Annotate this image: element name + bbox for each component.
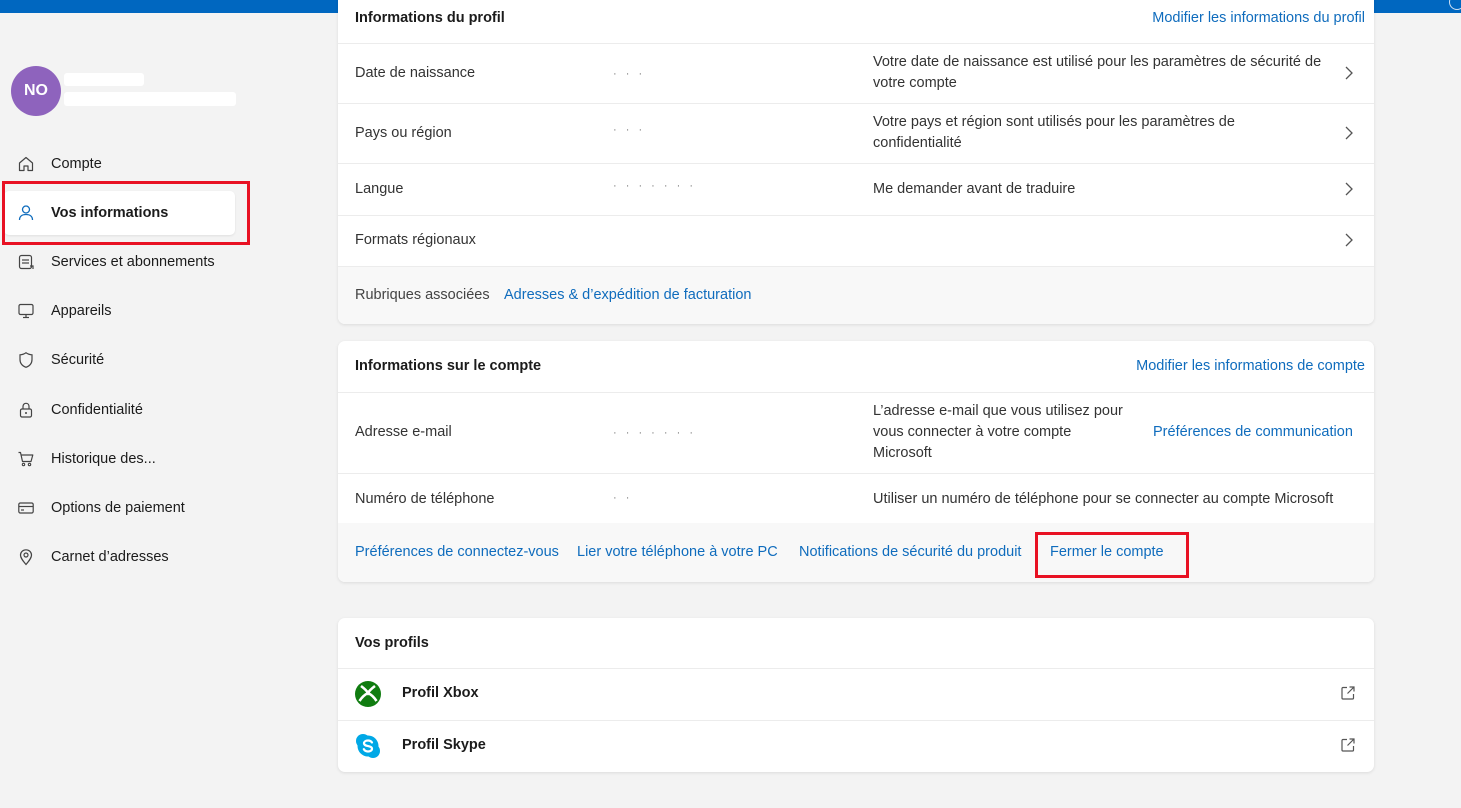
security-notifications-link[interactable]: Notifications de sécurité du produit bbox=[799, 544, 1021, 560]
row-description: L’adresse e-mail que vous utilisez pour … bbox=[873, 403, 1123, 461]
card-title: Vos profils bbox=[355, 635, 429, 651]
external-link-icon[interactable] bbox=[1340, 737, 1356, 753]
sidebar-item-services[interactable]: Services et abonnements bbox=[4, 240, 235, 284]
skype-icon bbox=[356, 734, 380, 758]
card-title: Informations sur le compte bbox=[355, 358, 542, 374]
person-icon bbox=[17, 204, 35, 222]
card-header: Informations du profil Modifier les info… bbox=[338, 0, 1374, 44]
link-phone-link[interactable]: Lier votre téléphone à votre PC bbox=[577, 544, 778, 560]
row-label: Date de naissance bbox=[355, 65, 476, 81]
sidebar-item-label: Historique des... bbox=[51, 451, 156, 467]
sidebar-item-label: Sécurité bbox=[51, 352, 105, 368]
sidebar-item-compte[interactable]: Compte bbox=[4, 142, 235, 186]
card-title: Informations du profil bbox=[355, 10, 505, 26]
row-label: Formats régionaux bbox=[355, 232, 476, 248]
row-description: Me demander avant de traduire bbox=[873, 181, 1076, 197]
row-phone: Numéro de téléphone · · Utiliser un numé… bbox=[338, 474, 1374, 523]
chevron-right-icon bbox=[1345, 233, 1353, 247]
profile-row-xbox[interactable]: Profil Xbox bbox=[338, 669, 1374, 721]
sidebar-item-label: Options de paiement bbox=[51, 500, 185, 516]
row-description: Votre pays et région sont utilisés pour … bbox=[873, 114, 1235, 151]
row-value-redacted: · · · · · · · bbox=[613, 427, 696, 439]
card-header: Vos profils bbox=[338, 618, 1374, 669]
avatar-initials: NO bbox=[24, 82, 48, 99]
row-value-redacted: · · · · · · · bbox=[613, 180, 696, 192]
profiles-card: Vos profils Profil Xbox Profil Skype bbox=[338, 618, 1374, 772]
sidebar-item-label: Confidentialité bbox=[51, 402, 143, 418]
row-label: Numéro de téléphone bbox=[355, 491, 495, 507]
lock-icon bbox=[17, 401, 35, 419]
row-value-redacted: · · bbox=[613, 492, 633, 504]
row-birthdate[interactable]: Date de naissance · · · Votre date de na… bbox=[338, 44, 1374, 104]
card-header: Informations sur le compte Modifier les … bbox=[338, 341, 1374, 393]
edit-profile-link[interactable]: Modifier les informations du profil bbox=[1152, 10, 1365, 26]
row-label: Langue bbox=[355, 181, 404, 197]
chevron-right-icon bbox=[1345, 182, 1353, 196]
row-label: Pays ou région bbox=[355, 125, 452, 141]
sidebar-item-label: Carnet d’adresses bbox=[51, 549, 169, 565]
billing-address-link[interactable]: Adresses & d’expédition de facturation bbox=[504, 287, 751, 303]
profile-label: Profil Xbox bbox=[402, 685, 479, 701]
edit-account-link[interactable]: Modifier les informations de compte bbox=[1136, 358, 1365, 374]
row-value-redacted: · · · bbox=[613, 124, 646, 136]
sidebar-item-label: Services et abonnements bbox=[51, 254, 215, 270]
xbox-icon bbox=[355, 681, 381, 707]
redacted-email bbox=[64, 92, 236, 106]
chevron-right-icon bbox=[1345, 66, 1353, 80]
row-language[interactable]: Langue · · · · · · · Me demander avant d… bbox=[338, 164, 1374, 216]
sidebar-item-label: Vos informations bbox=[51, 205, 169, 221]
redacted-name bbox=[64, 73, 144, 86]
related-topics-label: Rubriques associées bbox=[355, 287, 490, 303]
row-country[interactable]: Pays ou région · · · Votre pays et régio… bbox=[338, 104, 1374, 164]
sidebar-item-vos-informations[interactable]: Vos informations bbox=[4, 191, 235, 235]
avatar[interactable]: NO bbox=[11, 66, 61, 116]
sidebar-item-historique[interactable]: Historique des... bbox=[4, 437, 235, 481]
related-topics: Rubriques associées Adresses & d’expédit… bbox=[338, 267, 1374, 324]
shield-icon bbox=[17, 351, 35, 369]
profile-info-card: Informations du profil Modifier les info… bbox=[338, 0, 1374, 324]
sidebar-item-carnet[interactable]: Carnet d’adresses bbox=[4, 535, 235, 579]
close-account-link[interactable]: Fermer le compte bbox=[1050, 544, 1164, 560]
signin-preferences-link[interactable]: Préférences de connectez-vous bbox=[355, 544, 559, 560]
row-value-redacted: · · · bbox=[613, 68, 646, 80]
account-footer-links: Préférences de connectez-vous Lier votre… bbox=[338, 523, 1374, 582]
profile-label: Profil Skype bbox=[402, 737, 486, 753]
subscriptions-icon bbox=[17, 253, 35, 271]
row-label: Adresse e-mail bbox=[355, 424, 452, 440]
row-description: Votre date de naissance est utilisé pour… bbox=[873, 54, 1322, 91]
row-email: Adresse e-mail · · · · · · · L’adresse e… bbox=[338, 393, 1374, 474]
account-info-card: Informations sur le compte Modifier les … bbox=[338, 341, 1374, 582]
profile-row-skype[interactable]: Profil Skype bbox=[338, 721, 1374, 772]
card-icon bbox=[17, 499, 35, 517]
communication-preferences-link[interactable]: Préférences de communication bbox=[1153, 424, 1353, 440]
cart-icon bbox=[17, 450, 35, 468]
sidebar-item-confidentialite[interactable]: Confidentialité bbox=[4, 388, 235, 432]
home-icon bbox=[17, 155, 35, 173]
sidebar-item-paiement[interactable]: Options de paiement bbox=[4, 486, 235, 530]
row-description: Utiliser un numéro de téléphone pour se … bbox=[873, 491, 1334, 507]
row-regional-formats[interactable]: Formats régionaux bbox=[338, 216, 1374, 267]
monitor-icon bbox=[17, 302, 35, 320]
location-pin-icon bbox=[17, 548, 35, 566]
chevron-right-icon bbox=[1345, 126, 1353, 140]
sidebar-item-appareils[interactable]: Appareils bbox=[4, 289, 235, 333]
sidebar-item-label: Compte bbox=[51, 156, 102, 172]
sidebar-item-label: Appareils bbox=[51, 303, 112, 319]
external-link-icon[interactable] bbox=[1340, 685, 1356, 701]
sidebar-item-securite[interactable]: Sécurité bbox=[4, 338, 235, 382]
